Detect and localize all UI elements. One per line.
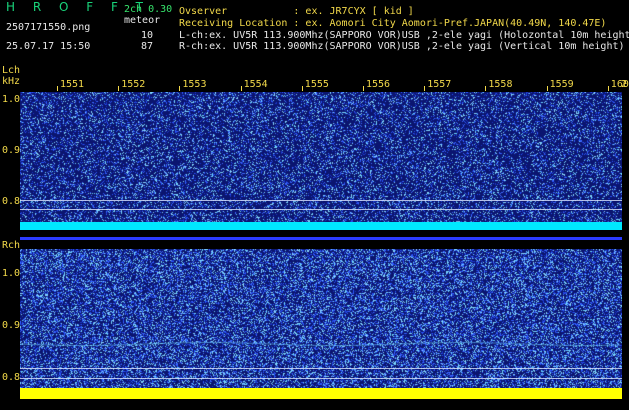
observer-line: Ovserver : ex. JR7CYX [ kid ] <box>179 6 414 17</box>
meteor-count-rch: 87 <box>141 41 154 52</box>
time-label-1557: 1557 <box>427 79 452 90</box>
time-tick <box>363 86 364 91</box>
time-label-1552: 1552 <box>121 79 146 90</box>
rch-gridline-lower <box>20 378 622 379</box>
meteor-count-lch: 10 <box>141 30 154 41</box>
time-label-end: 2 <box>621 79 628 90</box>
lch-config-line: L-ch:ex. UV5R 113.900Mhz(SAPPORO VOR)USB… <box>179 30 629 41</box>
rch-config-line: R-ch:ex. UV5R 113.900Mhz(SAPPORO VOR)USB… <box>179 41 625 52</box>
rch-ytick-3: 0.8 <box>2 372 21 383</box>
time-tick <box>546 86 548 91</box>
channel-separator <box>20 237 622 240</box>
time-label-1554: 1554 <box>243 79 268 90</box>
time-tick <box>301 86 303 91</box>
lch-ytick-1: 1.0 <box>2 94 21 105</box>
time-tick <box>240 86 242 91</box>
location-line: Receiving Location : ex. Aomori City Aom… <box>179 18 607 29</box>
channel-version: 2ch 0.30 <box>124 4 173 15</box>
lch-label: Lch <box>2 65 21 76</box>
time-label-1553: 1553 <box>182 79 207 90</box>
time-tick <box>607 86 609 91</box>
time-label-1551: 1551 <box>60 79 85 90</box>
time-label-1556: 1556 <box>366 79 391 90</box>
time-label-1558: 1558 <box>488 79 513 90</box>
lch-spectrogram <box>20 92 622 225</box>
filename: 2507171550.png <box>6 22 91 33</box>
time-tick <box>485 86 487 91</box>
rch-ytick-2: 0.9 <box>2 320 21 331</box>
lch-ytick-2: 0.9 <box>2 145 21 156</box>
time-label-1555: 1555 <box>304 79 329 90</box>
time-label-1559: 1559 <box>549 79 574 90</box>
lch-carrier-band <box>20 222 622 230</box>
time-tick <box>424 86 426 91</box>
lch-gridline-upper <box>20 200 622 201</box>
datetime: 25.07.17 15:50 <box>6 41 91 52</box>
lch-unit: kHz <box>2 76 21 87</box>
lch-gridline-lower <box>20 209 622 210</box>
time-tick <box>57 86 58 91</box>
rch-gridline-upper <box>20 368 622 369</box>
time-tick <box>179 86 181 91</box>
rch-label: Rch <box>2 240 21 251</box>
lch-ytick-3: 0.8 <box>2 196 21 207</box>
rch-ytick-1: 1.0 <box>2 268 21 279</box>
time-tick <box>118 86 120 91</box>
meteor-label: meteor <box>124 15 161 26</box>
rch-carrier-band <box>20 388 622 399</box>
